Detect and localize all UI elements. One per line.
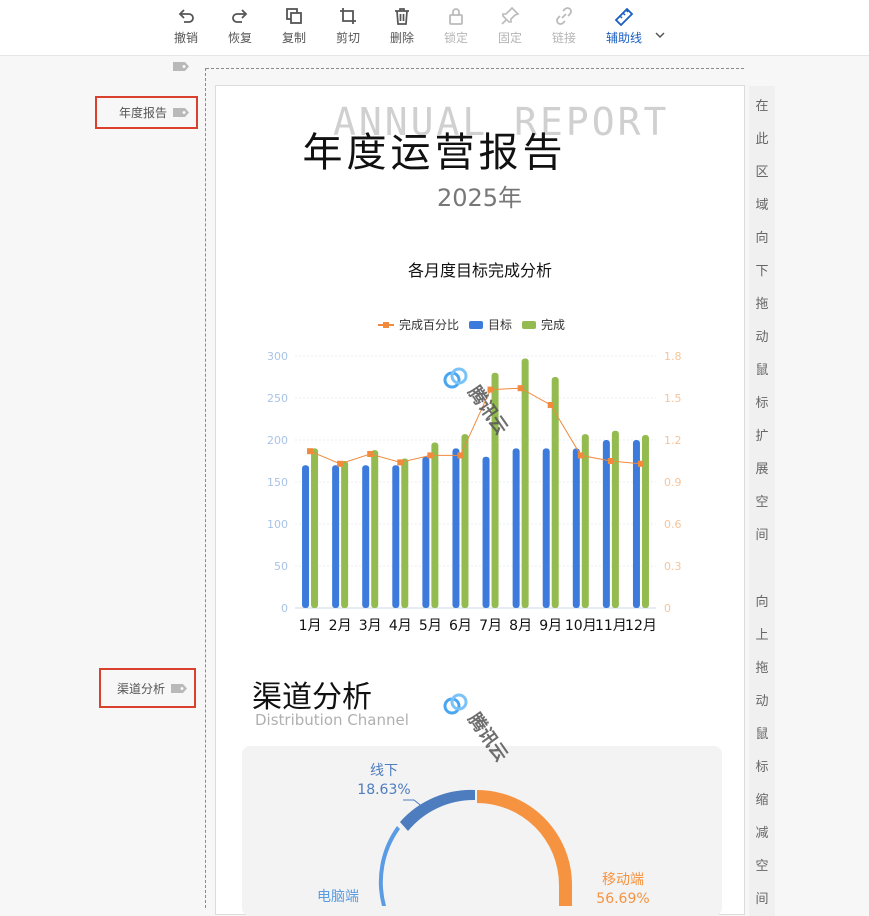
donut-label-pc: 电脑端 [308,888,368,907]
hint-char: 鼠 [755,727,769,742]
donut-label-name: 电脑端 [317,889,359,905]
hint-char: 区 [755,165,769,180]
cloud-logo-icon [443,693,468,715]
hint-char: 空 [755,859,769,874]
hint-char: 标 [755,396,769,411]
hint-char: 标 [755,760,769,775]
hint-char: 域 [755,198,769,213]
donut-segment-mobile[interactable] [477,790,572,906]
hint-char: 上 [755,628,769,643]
hint-char: 减 [755,826,769,841]
hint-char: 空 [755,495,769,510]
hint-char: 向 [755,595,769,610]
hint-char: 动 [755,330,769,345]
hint-char: 向 [755,231,769,246]
donut-label-mobile: 移动端 56.69% [590,871,656,909]
hint-char: 间 [755,528,769,543]
hint-char: 下 [755,264,769,279]
cloud-logo-icon [443,367,468,389]
donut-segment-pc[interactable] [378,826,400,906]
hint-char: 在 [755,99,769,114]
donut-label-name: 移动端 [602,872,644,888]
hint-char: 间 [755,892,769,907]
donut-label-name: 线下 [370,763,398,779]
donut-label-pct: 18.63% [357,782,411,798]
donut-label-offline: 线下 18.63% [340,762,428,800]
hint-char: 展 [755,462,769,477]
hint-char: 拖 [755,297,769,312]
hint-char: 拖 [755,661,769,676]
resize-hint-bar[interactable]: 在此区域向下拖动鼠标扩展空间向上拖动鼠标缩减空间 [749,86,775,916]
hint-char: 扩 [755,429,769,444]
donut-chart [378,789,572,906]
hint-char: 此 [755,132,769,147]
hint-char: 鼠 [755,363,769,378]
donut-label-pct: 56.69% [596,891,650,907]
hint-char: 缩 [755,793,769,808]
hint-char: 动 [755,694,769,709]
